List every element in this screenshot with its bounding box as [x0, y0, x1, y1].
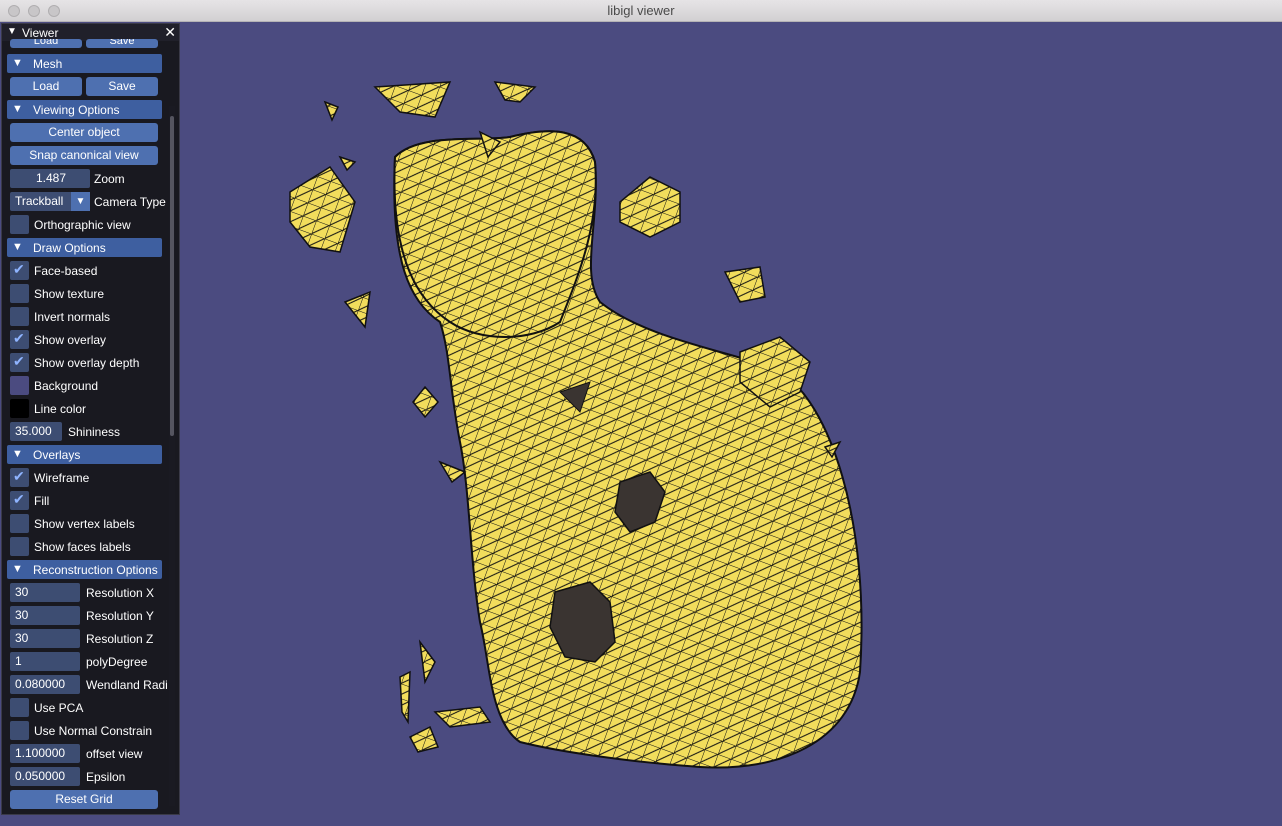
title-bar: libigl viewer	[0, 0, 1282, 22]
use-pca-label: Use PCA	[34, 701, 84, 715]
mesh-render[interactable]	[180, 22, 900, 802]
wendland-radius-field[interactable]: 0.080000	[10, 675, 80, 694]
mesh-fragment	[723, 266, 766, 303]
face-based-checkbox[interactable]	[10, 261, 29, 280]
section-viewing-options-label: Viewing Options	[33, 103, 120, 117]
reset-grid-button[interactable]: Reset Grid	[10, 790, 158, 809]
mesh-fragment	[408, 725, 440, 753]
mesh-fragment	[493, 81, 537, 103]
load-button[interactable]: Load	[10, 77, 82, 96]
orthographic-label: Orthographic view	[34, 218, 131, 232]
resolution-y-field[interactable]: 30	[10, 606, 80, 625]
triangle-down-icon: ▼	[7, 26, 17, 37]
camera-type-value: Trackball	[15, 194, 64, 208]
shininess-label: Shininess	[68, 425, 121, 439]
viewer-panel-title: Viewer	[22, 26, 59, 40]
mesh-fragment	[412, 385, 439, 419]
mesh-fragment	[343, 290, 371, 329]
triangle-down-icon: ▼	[12, 241, 23, 253]
invert-normals-checkbox[interactable]	[10, 307, 29, 326]
wendland-radius-label: Wendland Radi	[86, 678, 168, 692]
resolution-z-label: Resolution Z	[86, 632, 154, 646]
section-draw-options-label: Draw Options	[33, 241, 106, 255]
mesh-fragment	[323, 100, 340, 122]
section-reconstruction-options[interactable]: ▼ Reconstruction Options	[7, 560, 162, 579]
zoom-label: Zoom	[94, 172, 125, 186]
resolution-y-label: Resolution Y	[86, 609, 154, 623]
wireframe-checkbox[interactable]	[10, 468, 29, 487]
section-reconstruction-label: Reconstruction Options	[33, 563, 158, 577]
section-overlays-label: Overlays	[33, 448, 81, 462]
zoom-field[interactable]: 1.487	[10, 169, 90, 188]
save-button[interactable]: Save	[86, 77, 158, 96]
section-mesh[interactable]: ▼ Mesh	[7, 54, 162, 73]
invert-normals-label: Invert normals	[34, 310, 111, 324]
mesh-fragment	[619, 176, 681, 238]
show-faces-labels-checkbox[interactable]	[10, 537, 29, 556]
show-vertex-labels-checkbox[interactable]	[10, 514, 29, 533]
resolution-z-field[interactable]: 30	[10, 629, 80, 648]
show-overlay-label: Show overlay	[34, 333, 107, 347]
offset-view-label: offset view	[86, 747, 143, 761]
resolution-x-label: Resolution X	[86, 586, 155, 600]
snap-canonical-view-button[interactable]: Snap canonical view	[10, 146, 158, 165]
mesh-fragment	[433, 706, 492, 728]
triangle-down-icon: ▼	[12, 103, 23, 115]
section-mesh-label: Mesh	[33, 57, 63, 71]
mesh-fragment	[338, 155, 357, 172]
line-color-swatch[interactable]	[10, 399, 29, 418]
triangle-down-icon: ▼	[12, 448, 23, 460]
show-overlay-depth-label: Show overlay depth	[34, 356, 140, 370]
save-button-partial[interactable]: Save	[86, 39, 158, 48]
face-based-label: Face-based	[34, 264, 98, 278]
epsilon-label: Epsilon	[86, 770, 126, 784]
camera-type-label: Camera Type	[94, 195, 166, 209]
use-normal-constrain-checkbox[interactable]	[10, 721, 29, 740]
load-button-partial[interactable]: Load	[10, 39, 82, 48]
mesh-fragment	[438, 460, 467, 484]
fill-checkbox[interactable]	[10, 491, 29, 510]
offset-view-field[interactable]: 1.100000	[10, 744, 80, 763]
orthographic-checkbox[interactable]	[10, 215, 29, 234]
triangle-down-icon: ▼	[12, 57, 23, 69]
resolution-x-field[interactable]: 30	[10, 583, 80, 602]
epsilon-field[interactable]: 0.050000	[10, 767, 80, 786]
use-normal-constrain-label: Use Normal Constrain	[34, 724, 153, 738]
panel-scrollbar[interactable]	[169, 106, 175, 806]
show-vertex-labels-label: Show vertex labels	[34, 517, 135, 531]
background-color-swatch[interactable]	[10, 376, 29, 395]
mesh-fragment	[399, 670, 411, 725]
section-viewing-options[interactable]: ▼ Viewing Options	[7, 100, 162, 119]
poly-degree-field[interactable]: 1	[10, 652, 80, 671]
show-texture-label: Show texture	[34, 287, 105, 301]
section-overlays[interactable]: ▼ Overlays	[7, 445, 162, 464]
window-title: libigl viewer	[607, 3, 675, 18]
poly-degree-label: polyDegree	[86, 655, 148, 669]
show-overlay-checkbox[interactable]	[10, 330, 29, 349]
scrollbar-thumb[interactable]	[170, 116, 174, 436]
close-icon[interactable]: ✕	[164, 24, 176, 41]
mesh-fragment	[289, 165, 356, 253]
show-overlay-depth-checkbox[interactable]	[10, 353, 29, 372]
viewer-panel: ▼ Viewer ✕ Load Save ▼ Mesh Load Save ▼ …	[1, 23, 180, 815]
show-faces-labels-label: Show faces labels	[34, 540, 131, 554]
show-texture-checkbox[interactable]	[10, 284, 29, 303]
use-pca-checkbox[interactable]	[10, 698, 29, 717]
fill-label: Fill	[34, 494, 50, 508]
chevron-down-icon[interactable]: ▼	[71, 192, 90, 211]
background-label: Background	[34, 379, 99, 393]
line-color-label: Line color	[34, 402, 87, 416]
mesh-fragment	[418, 639, 436, 685]
camera-type-select[interactable]: Trackball ▼	[10, 192, 90, 211]
wireframe-label: Wireframe	[34, 471, 90, 485]
triangle-down-icon: ▼	[12, 563, 23, 575]
section-draw-options[interactable]: ▼ Draw Options	[7, 238, 162, 257]
mesh-fragment	[373, 81, 452, 118]
center-object-button[interactable]: Center object	[10, 123, 158, 142]
shininess-field[interactable]: 35.000	[10, 422, 62, 441]
